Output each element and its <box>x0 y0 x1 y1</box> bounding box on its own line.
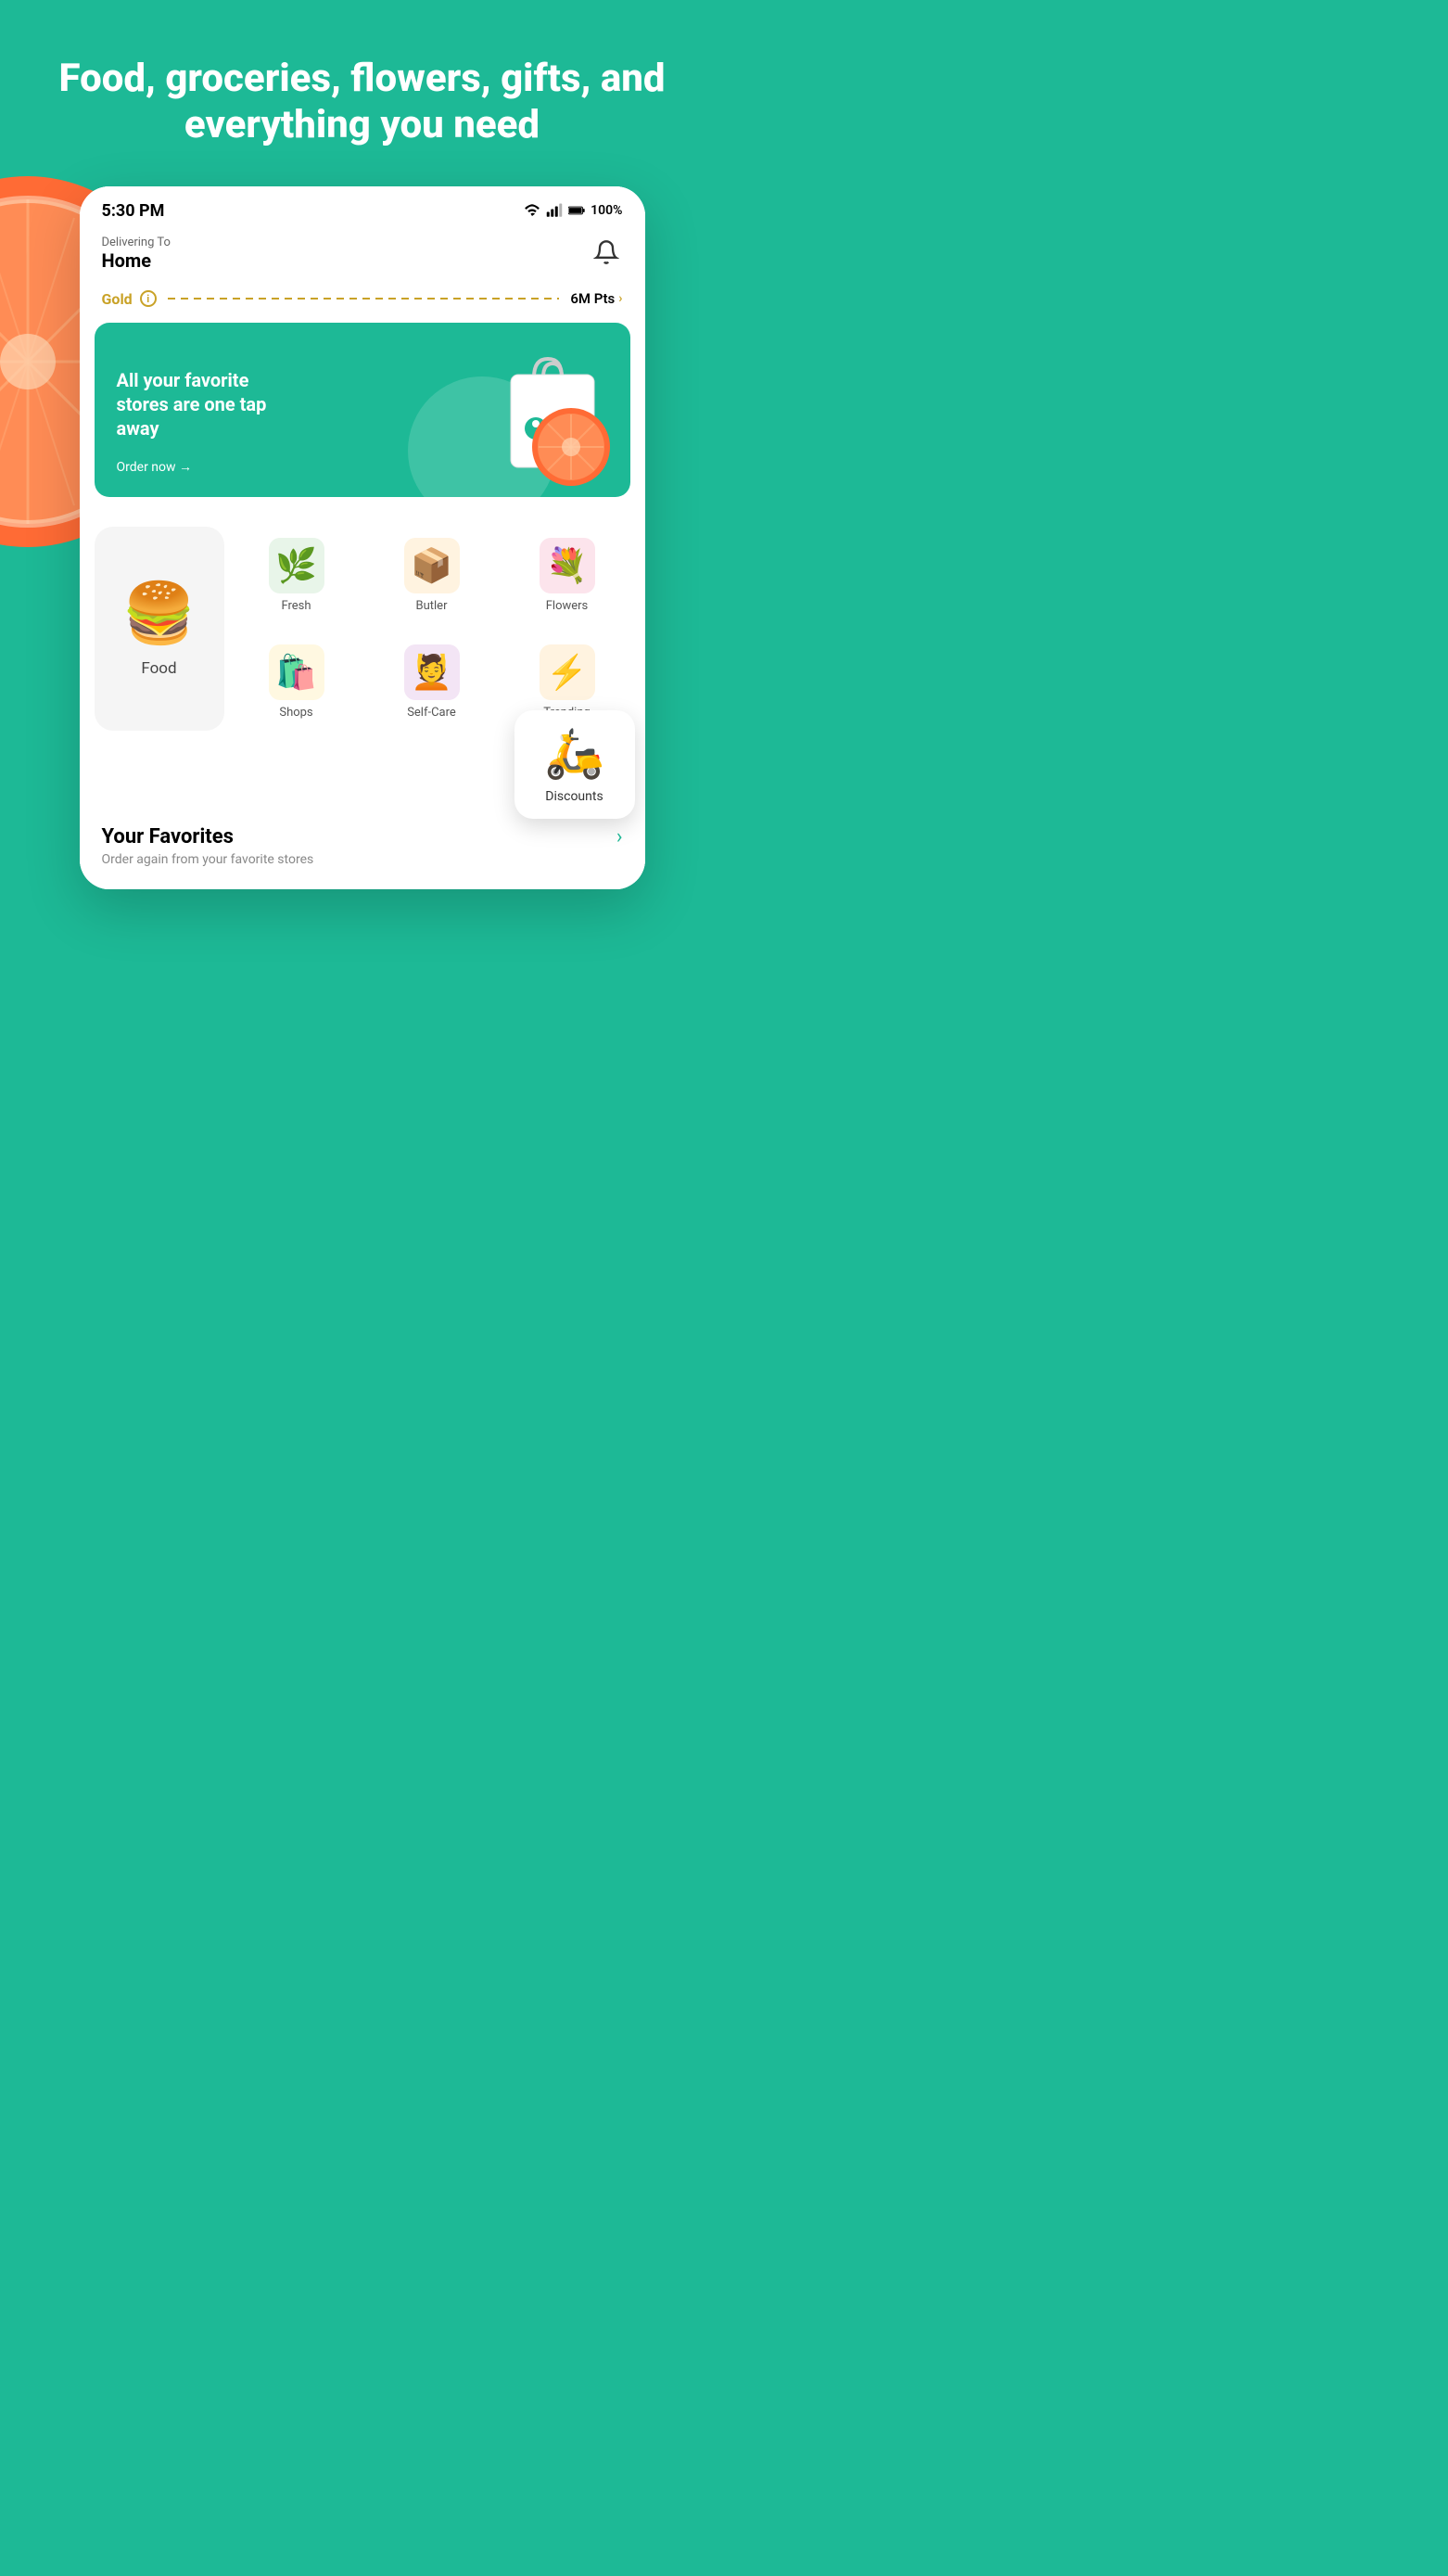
discounts-label: Discounts <box>545 789 603 804</box>
hero-tagline: Food, groceries, flowers, gifts, and eve… <box>0 0 724 186</box>
battery-icon <box>568 202 585 219</box>
status-time: 5:30 PM <box>102 201 165 221</box>
favorites-section: Your Favorites › Order again from your f… <box>80 814 645 889</box>
category-self-care[interactable]: 💆 Self-Care <box>369 633 495 731</box>
self-care-label: Self-Care <box>407 706 456 720</box>
food-icon: 🍔 <box>122 579 197 648</box>
gold-status: Gold i <box>102 290 157 308</box>
gold-progress-bar <box>168 298 560 300</box>
self-care-icon: 💆 <box>404 644 460 700</box>
discounts-icon: 🛵 <box>544 725 604 782</box>
food-label: Food <box>141 659 176 678</box>
battery-percent: 100% <box>591 203 622 218</box>
category-flowers[interactable]: 💐 Flowers <box>504 527 630 624</box>
banner-image: toters <box>497 345 608 475</box>
banner-grapefruit <box>529 405 613 489</box>
phone-mockup: 5:30 PM 100% <box>80 186 645 889</box>
butler-icon: 📦 <box>404 538 460 593</box>
category-shops[interactable]: 🛍️ Shops <box>234 633 360 731</box>
fresh-icon: 🌿 <box>269 538 324 593</box>
favorites-chevron-icon[interactable]: › <box>616 825 623 848</box>
gold-bar: Gold i 6M Pts › <box>80 283 645 323</box>
favorites-subtitle: Order again from your favorite stores <box>102 852 623 867</box>
shops-label: Shops <box>279 706 312 720</box>
category-butler[interactable]: 📦 Butler <box>369 527 495 624</box>
banner-title: All your favorite stores are one tap awa… <box>117 368 302 440</box>
trending-icon: ⚡ <box>540 644 595 700</box>
promo-banner[interactable]: All your favorite stores are one tap awa… <box>95 323 630 497</box>
gold-chevron-icon: › <box>618 291 622 306</box>
categories-container: 🍔 Food 🌿 Fresh 📦 Butler <box>80 512 645 731</box>
gold-points[interactable]: 6M Pts › <box>570 290 622 307</box>
flowers-label: Flowers <box>546 599 589 613</box>
flowers-icon: 💐 <box>540 538 595 593</box>
gold-label: Gold <box>102 290 133 308</box>
butler-label: Butler <box>416 599 448 613</box>
wifi-icon <box>524 202 540 219</box>
notification-bell-button[interactable] <box>590 236 623 269</box>
gold-info-icon[interactable]: i <box>140 290 157 307</box>
favorites-title: Your Favorites <box>102 825 234 848</box>
shops-icon: 🛍️ <box>269 644 324 700</box>
delivering-label: Delivering To <box>102 236 171 249</box>
app-header: Delivering To Home <box>80 228 645 283</box>
delivery-info: Delivering To Home <box>102 236 171 272</box>
status-icons: 100% <box>524 202 622 219</box>
banner-text: All your favorite stores are one tap awa… <box>117 368 302 475</box>
category-fresh[interactable]: 🌿 Fresh <box>234 527 360 624</box>
category-discounts[interactable]: 🛵 Discounts <box>514 710 635 819</box>
category-food[interactable]: 🍔 Food <box>95 527 224 731</box>
banner-cta[interactable]: Order now → <box>117 459 302 475</box>
fresh-label: Fresh <box>281 599 311 613</box>
favorites-header: Your Favorites › <box>102 825 623 848</box>
categories-grid: 🍔 Food 🌿 Fresh 📦 Butler <box>95 527 630 731</box>
status-bar: 5:30 PM 100% <box>80 186 645 228</box>
bell-icon <box>593 239 619 265</box>
delivery-location: Home <box>102 249 171 272</box>
signal-icon <box>546 202 563 219</box>
